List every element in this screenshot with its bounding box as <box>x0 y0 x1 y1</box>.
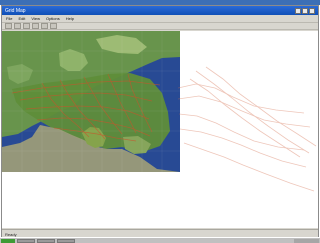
maximize-icon[interactable] <box>302 7 308 14</box>
menu-file[interactable]: File <box>6 16 12 21</box>
status-bar: Ready <box>2 229 318 237</box>
zoom-out-icon[interactable] <box>14 23 21 29</box>
window-controls <box>295 7 315 14</box>
taskbar <box>0 237 320 243</box>
taskbar-button-3[interactable] <box>57 238 75 243</box>
zoom-in-icon[interactable] <box>5 23 12 29</box>
window-title: Grid Map <box>5 7 26 14</box>
menu-bar: File Edit View Options Help <box>2 15 318 22</box>
menu-view[interactable]: View <box>31 16 40 21</box>
taskbar-button-2[interactable] <box>37 238 55 243</box>
menu-options[interactable]: Options <box>46 16 60 21</box>
taskbar-button-1[interactable] <box>17 238 35 243</box>
overflow-route-lines <box>178 66 317 192</box>
print-icon[interactable] <box>50 23 57 29</box>
europe-map[interactable] <box>2 31 180 172</box>
menu-help[interactable]: Help <box>66 16 74 21</box>
title-bar[interactable]: Grid Map <box>2 6 318 15</box>
info-icon[interactable] <box>41 23 48 29</box>
map-workspace[interactable] <box>2 31 318 228</box>
application-window: Grid Map File Edit View Options Help Rea… <box>1 5 319 238</box>
start-button[interactable] <box>1 238 15 243</box>
close-icon[interactable] <box>309 7 315 14</box>
system-tray <box>294 238 319 243</box>
pan-icon[interactable] <box>23 23 30 29</box>
layer-icon[interactable] <box>32 23 39 29</box>
menu-edit[interactable]: Edit <box>18 16 25 21</box>
toolbar <box>2 22 318 30</box>
minimize-icon[interactable] <box>295 7 301 14</box>
